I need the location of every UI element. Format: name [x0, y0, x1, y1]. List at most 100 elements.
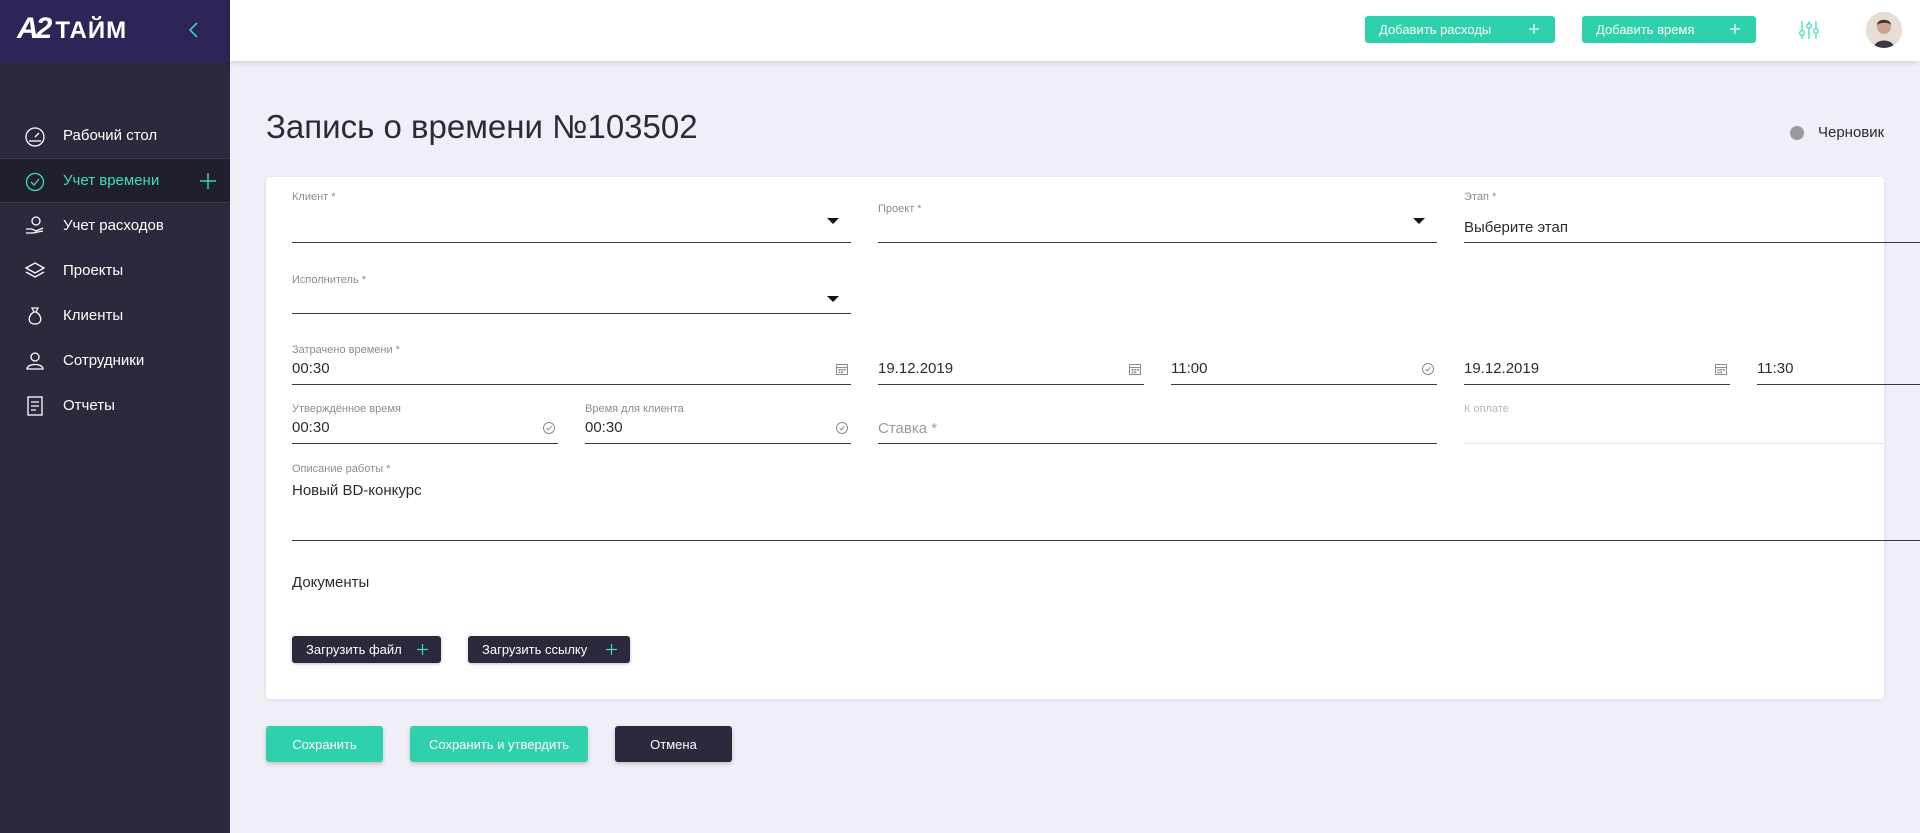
sidebar-item-label: Проекты: [63, 262, 124, 279]
stage-value: Выберите этап: [1464, 219, 1568, 236]
sidebar-item-expenses[interactable]: Учет расходов: [0, 203, 230, 248]
start-date-input[interactable]: 19.12.2019: [878, 344, 1144, 385]
start-time-input[interactable]: 11:00: [1171, 344, 1437, 385]
logo-text: ТАЙМ: [55, 17, 128, 44]
dashboard-icon: [25, 127, 45, 147]
sidebar-item-dashboard[interactable]: Рабочий стол: [0, 113, 230, 158]
time-spent-input[interactable]: Затрачено времени * 00:30: [292, 344, 851, 385]
client-time-underline: [585, 443, 851, 444]
chevron-down-icon[interactable]: [827, 218, 839, 224]
chevron-down-icon[interactable]: [1413, 218, 1425, 224]
approved-time-underline: [292, 443, 558, 444]
clock-icon[interactable]: [1421, 362, 1435, 376]
clock-icon[interactable]: [835, 421, 849, 435]
project-underline: [878, 242, 1437, 243]
client-time-label: Время для клиента: [585, 403, 684, 415]
approved-time-value: 00:30: [292, 419, 330, 436]
sidebar-item-label: Учет расходов: [63, 217, 164, 234]
time-spent-underline: [292, 384, 851, 385]
start-time-underline: [1171, 384, 1437, 385]
client-time-value: 00:30: [585, 419, 623, 436]
description-value: Новый BD-конкурс: [292, 482, 422, 499]
to-pay-underline: [1464, 443, 1884, 444]
plus-icon: [1730, 24, 1740, 34]
approved-time-input[interactable]: Утверждённое время 00:30: [292, 403, 558, 444]
client-select[interactable]: Клиент *: [292, 191, 851, 243]
sidebar-item-projects[interactable]: Проекты: [0, 248, 230, 293]
rate-placeholder: Ставка *: [878, 420, 938, 437]
performer-underline: [292, 313, 851, 314]
clock-icon[interactable]: [542, 421, 556, 435]
stage-select[interactable]: Этап * Выберите этап: [1464, 191, 1920, 243]
description-textarea[interactable]: Описание работы * Новый BD-конкурс: [292, 463, 1920, 541]
description-underline: [292, 540, 1920, 541]
plus-icon: [417, 644, 428, 655]
clock-icon: [25, 172, 45, 192]
chevron-left-icon: [188, 22, 198, 38]
calendar-icon[interactable]: [1128, 362, 1142, 376]
time-spent-value: 00:30: [292, 360, 330, 377]
sidebar-item-label: Клиенты: [63, 307, 124, 324]
sidebar-item-label: Сотрудники: [63, 352, 145, 369]
performer-select[interactable]: Исполнитель *: [292, 274, 851, 314]
add-time-plus-icon[interactable]: [198, 171, 218, 191]
end-time-underline: [1757, 384, 1920, 385]
add-expense-label: Добавить расходы: [1379, 22, 1492, 37]
to-pay-label: К оплате: [1464, 403, 1509, 415]
project-label: Проект *: [878, 203, 922, 215]
rate-input[interactable]: Ставка *: [878, 403, 1437, 444]
rate-underline: [878, 443, 1437, 444]
collapse-sidebar-button[interactable]: [186, 18, 202, 42]
add-time-button[interactable]: Добавить время: [1582, 16, 1756, 43]
status-indicator: Черновик: [1790, 124, 1884, 141]
add-time-label: Добавить время: [1596, 22, 1695, 37]
logo-mark: A2: [17, 12, 52, 45]
stage-label: Этап *: [1464, 191, 1497, 203]
client-time-input[interactable]: Время для клиента 00:30: [585, 403, 851, 444]
status-dot: [1790, 125, 1804, 140]
start-date-value: 19.12.2019: [878, 360, 954, 377]
sidebar-item-label: Отчеты: [63, 397, 115, 414]
sidebar-item-employees[interactable]: Сотрудники: [0, 338, 230, 383]
logo[interactable]: A2 ТАЙМ: [17, 14, 127, 44]
user-avatar[interactable]: [1866, 12, 1902, 48]
end-date-input[interactable]: 19.12.2019: [1464, 344, 1730, 385]
chevron-down-icon[interactable]: [827, 296, 839, 302]
save-button[interactable]: Сохранить: [266, 726, 383, 762]
sidebar-item-clients[interactable]: Клиенты: [0, 293, 230, 338]
calendar-icon[interactable]: [835, 362, 849, 376]
sidebar: A2 ТАЙМ Рабочий стол Учет времени Учет р…: [0, 0, 230, 833]
sidebar-nav: Рабочий стол Учет времени Учет расходов …: [0, 113, 230, 428]
upload-file-button[interactable]: Загрузить файл: [292, 636, 441, 663]
stage-underline: [1464, 242, 1920, 243]
coins-hand-icon: [26, 216, 44, 234]
end-time-input[interactable]: 11:30: [1757, 344, 1920, 385]
upload-file-label: Загрузить файл: [306, 642, 402, 657]
performer-label: Исполнитель *: [292, 274, 367, 286]
filter-sliders-icon[interactable]: [1797, 18, 1821, 42]
page-title: Запись о времени №103502: [266, 108, 698, 145]
end-date-underline: [1464, 384, 1730, 385]
description-label: Описание работы *: [292, 463, 391, 475]
to-pay-field: К оплате: [1464, 403, 1884, 444]
layers-icon: [24, 262, 46, 278]
status-label: Черновик: [1818, 124, 1885, 141]
sidebar-item-label: Учет времени: [63, 172, 160, 189]
sidebar-item-reports[interactable]: Отчеты: [0, 383, 230, 428]
cancel-button[interactable]: Отмена: [615, 726, 732, 762]
upload-link-button[interactable]: Загрузить ссылку: [468, 636, 630, 663]
money-bag-icon: [28, 307, 42, 325]
project-select[interactable]: Проект *: [878, 203, 1437, 243]
calendar-icon[interactable]: [1714, 362, 1728, 376]
report-icon: [27, 396, 43, 416]
start-time-value: 11:00: [1171, 360, 1208, 377]
time-spent-label: Затрачено времени *: [292, 344, 400, 356]
sidebar-item-label: Рабочий стол: [63, 127, 158, 144]
person-icon: [26, 352, 44, 370]
documents-title: Документы: [292, 574, 370, 591]
add-expense-button[interactable]: Добавить расходы: [1365, 16, 1555, 43]
sidebar-item-time-tracking[interactable]: Учет времени: [0, 158, 230, 203]
save-approve-button[interactable]: Сохранить и утвердить: [410, 726, 588, 762]
plus-icon: [606, 644, 617, 655]
end-time-value: 11:30: [1757, 360, 1794, 377]
